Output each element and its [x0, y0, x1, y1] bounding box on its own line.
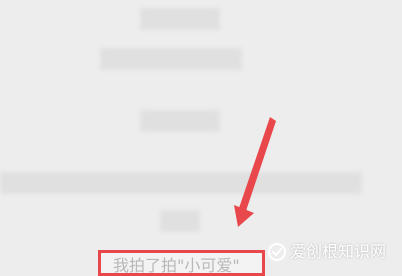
- blurred-message: [140, 8, 220, 30]
- watermark: 爱创根知识网: [268, 240, 398, 264]
- blurred-message: [0, 172, 362, 194]
- watermark-logo-icon: [268, 243, 286, 261]
- red-arrow-icon: [234, 117, 276, 227]
- pat-message-text[interactable]: 我拍了拍"小可爱": [113, 256, 240, 276]
- blurred-message: [100, 48, 242, 70]
- blurred-message: [140, 110, 220, 132]
- blurred-message: [160, 210, 200, 232]
- watermark-text: 爱创根知识网: [290, 242, 387, 261]
